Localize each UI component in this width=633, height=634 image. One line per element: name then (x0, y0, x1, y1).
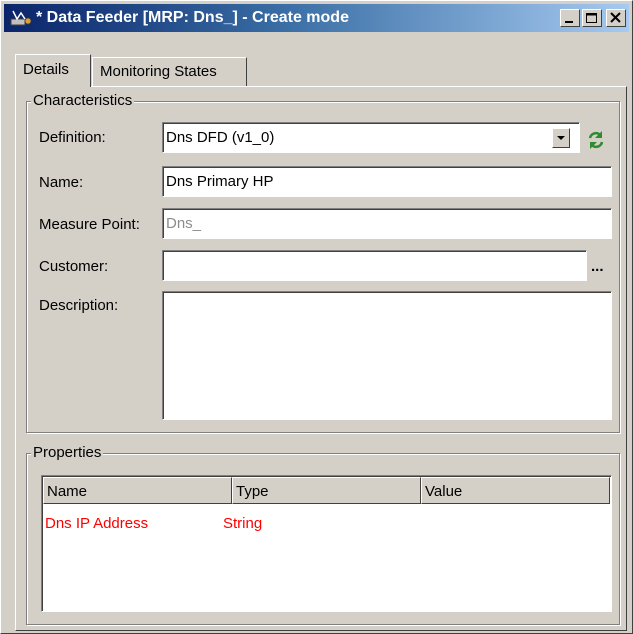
data-feeder-window: * Data Feeder [MRP: Dns_] - Create mode … (0, 0, 633, 634)
tab-monitoring-states-label: Monitoring States (100, 63, 217, 80)
definition-dropdown-button[interactable] (552, 128, 570, 148)
row-name-cell: Dns IP Address (45, 515, 149, 532)
column-header-value-label: Value (425, 483, 463, 500)
tab-details[interactable]: Details (15, 54, 91, 87)
window-title: * Data Feeder [MRP: Dns_] - Create mode (36, 9, 349, 26)
title-bar[interactable]: * Data Feeder [MRP: Dns_] - Create mode (4, 4, 629, 32)
measure-point-label: Measure Point: (39, 216, 140, 233)
customer-field[interactable] (162, 250, 587, 281)
definition-label: Definition: (39, 129, 106, 146)
definition-value: Dns DFD (v1_0) (166, 129, 275, 146)
column-header-type[interactable]: Type (232, 477, 421, 504)
description-textarea[interactable] (162, 291, 612, 420)
minimize-button[interactable] (560, 9, 580, 27)
maximize-icon (586, 13, 597, 23)
name-field[interactable]: Dns Primary HP (162, 166, 612, 197)
tab-details-label: Details (23, 61, 69, 78)
refresh-icon[interactable] (586, 130, 606, 150)
column-header-type-label: Type (236, 483, 269, 500)
customer-browse-button[interactable]: ... (591, 258, 604, 275)
description-label: Description: (39, 297, 119, 314)
data-feeder-icon (10, 10, 32, 26)
definition-select[interactable]: Dns DFD (v1_0) (162, 122, 580, 153)
name-value: Dns Primary HP (166, 173, 274, 190)
measure-point-field: Dns_ (162, 208, 612, 239)
measure-point-value: Dns_ (166, 215, 202, 232)
maximize-button[interactable] (582, 9, 602, 27)
row-type-cell: String (223, 515, 263, 532)
close-icon (610, 12, 621, 23)
column-header-value[interactable]: Value (421, 477, 610, 504)
customer-label: Customer: (39, 258, 109, 275)
characteristics-legend: Characteristics (31, 92, 135, 110)
properties-legend: Properties (31, 444, 104, 462)
close-button[interactable] (606, 9, 626, 27)
properties-table-header: Name Type Value (43, 477, 610, 504)
tab-monitoring-states[interactable]: Monitoring States (92, 57, 247, 87)
name-label: Name: (39, 174, 84, 191)
column-header-name-label: Name (47, 483, 88, 500)
table-row[interactable]: Dns IP Address String (43, 513, 610, 535)
minimize-icon (565, 21, 573, 23)
column-header-name[interactable]: Name (43, 477, 232, 504)
chevron-down-icon (557, 136, 565, 140)
